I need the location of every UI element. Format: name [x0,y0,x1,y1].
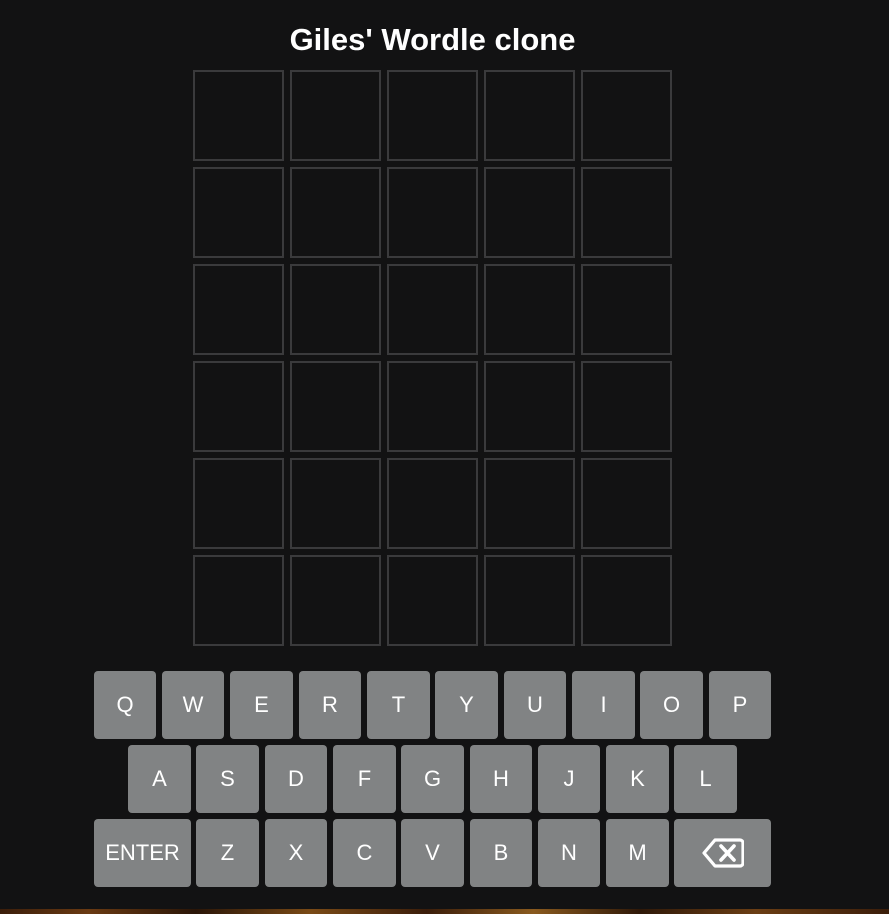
board-tile [387,264,478,355]
board-tile [484,167,575,258]
key-c[interactable]: C [333,819,396,887]
backspace-icon [701,838,744,868]
board-tile [387,361,478,452]
page-title: Giles' Wordle clone [289,22,576,57]
key-s[interactable]: S [196,745,259,813]
board-tile [484,361,575,452]
key-d[interactable]: D [265,745,327,813]
key-o[interactable]: O [640,671,703,739]
key-h[interactable]: H [470,745,532,813]
board-tile [484,264,575,355]
board-tile [581,264,672,355]
board-tile [290,70,381,161]
key-j[interactable]: J [538,745,600,813]
board-row-3 [193,264,672,355]
key-m[interactable]: M [606,819,669,887]
board-tile [387,70,478,161]
key-z[interactable]: Z [196,819,259,887]
board-tile [290,264,381,355]
board-tile [581,361,672,452]
board-row-6 [193,555,672,646]
board-tile [193,361,284,452]
board-tile [290,458,381,549]
board-tile [581,167,672,258]
board-tile [484,555,575,646]
backspace-key[interactable] [674,819,771,887]
key-n[interactable]: N [538,819,600,887]
board-row-1 [193,70,672,161]
board-tile [581,555,672,646]
board-tile [290,555,381,646]
board-tile [290,361,381,452]
key-i[interactable]: I [572,671,635,739]
enter-key[interactable]: ENTER [94,819,191,887]
board-tile [387,167,478,258]
board-tile [193,70,284,161]
board-tile [484,458,575,549]
board-tile [581,70,672,161]
key-u[interactable]: U [504,671,566,739]
key-y[interactable]: Y [435,671,498,739]
key-f[interactable]: F [333,745,396,813]
board-row-4 [193,361,672,452]
key-a[interactable]: A [128,745,191,813]
key-w[interactable]: W [162,671,224,739]
key-r[interactable]: R [299,671,361,739]
board-tile [193,264,284,355]
board-tile [387,555,478,646]
key-k[interactable]: K [606,745,669,813]
key-g[interactable]: G [401,745,464,813]
board-row-5 [193,458,672,549]
board-tile [387,458,478,549]
key-x[interactable]: X [265,819,327,887]
board-tile [290,167,381,258]
key-q[interactable]: Q [94,671,156,739]
board-tile [193,458,284,549]
key-v[interactable]: V [401,819,464,887]
board-tile [581,458,672,549]
key-p[interactable]: P [709,671,771,739]
key-b[interactable]: B [470,819,532,887]
board-row-2 [193,167,672,258]
key-l[interactable]: L [674,745,737,813]
game-board [193,70,672,652]
background-image-strip [0,909,889,914]
key-e[interactable]: E [230,671,293,739]
board-tile [193,555,284,646]
board-tile [484,70,575,161]
key-t[interactable]: T [367,671,430,739]
board-tile [193,167,284,258]
